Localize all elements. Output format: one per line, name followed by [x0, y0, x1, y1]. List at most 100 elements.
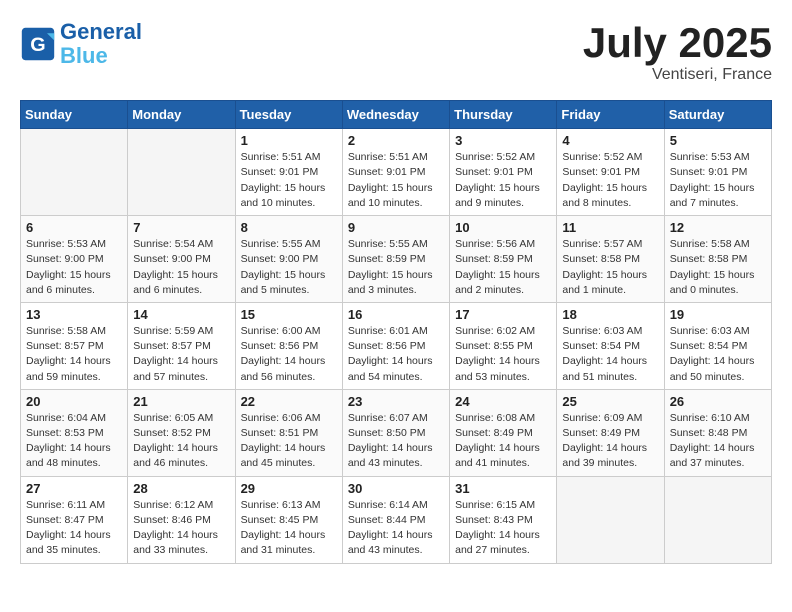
- day-info: Sunrise: 6:00 AMSunset: 8:56 PMDaylight:…: [241, 324, 337, 385]
- calendar-cell: 16Sunrise: 6:01 AMSunset: 8:56 PMDayligh…: [342, 302, 449, 389]
- day-info: Sunrise: 5:55 AMSunset: 8:59 PMDaylight:…: [348, 237, 444, 298]
- day-info: Sunrise: 5:57 AMSunset: 8:58 PMDaylight:…: [562, 237, 658, 298]
- day-info: Sunrise: 5:52 AMSunset: 9:01 PMDaylight:…: [455, 150, 551, 211]
- day-info: Sunrise: 6:12 AMSunset: 8:46 PMDaylight:…: [133, 498, 229, 559]
- calendar-week-row: 20 Sunrise: 6:04 AMSunset: 8:53 PMDayligh…: [21, 389, 772, 476]
- day-info: Sunrise: 5:59 AMSunset: 8:57 PMDaylight:…: [133, 324, 229, 385]
- calendar-cell: 14Sunrise: 5:59 AMSunset: 8:57 PMDayligh…: [128, 302, 235, 389]
- day-number: 26: [670, 394, 766, 409]
- calendar-week-row: 27Sunrise: 6:11 AMSunset: 8:47 PMDayligh…: [21, 476, 772, 563]
- day-number: 19: [670, 307, 766, 322]
- calendar-cell: 2Sunrise: 5:51 AMSunset: 9:01 PMDaylight…: [342, 129, 449, 216]
- day-number: 1: [241, 133, 337, 148]
- calendar-cell: 18Sunrise: 6:03 AMSunset: 8:54 PMDayligh…: [557, 302, 664, 389]
- day-info: Sunrise: 6:10 AMSunset: 8:48 PMDaylight:…: [670, 411, 766, 472]
- svg-text:G: G: [30, 34, 45, 56]
- calendar-cell: 6 Sunrise: 5:53 AMSunset: 9:00 PMDaylight…: [21, 216, 128, 303]
- day-info: Sunrise: 5:58 AMSunset: 8:58 PMDaylight:…: [670, 237, 766, 298]
- day-number: 8: [241, 220, 337, 235]
- calendar-cell: [128, 129, 235, 216]
- calendar-cell: 21 Sunrise: 6:05 AMSunset: 8:52 PMDayligh…: [128, 389, 235, 476]
- day-info: Sunrise: 6:06 AMSunset: 8:51 PMDaylight:…: [241, 411, 337, 472]
- weekday-header: Tuesday: [235, 101, 342, 129]
- day-info: Sunrise: 5:53 AMSunset: 9:01 PMDaylight:…: [670, 150, 766, 211]
- location: Ventiseri, France: [583, 66, 772, 84]
- day-info: Sunrise: 6:07 AMSunset: 8:50 PMDaylight:…: [348, 411, 444, 472]
- day-info: Sunrise: 5:56 AMSunset: 8:59 PMDaylight:…: [455, 237, 551, 298]
- calendar-cell: 30Sunrise: 6:14 AMSunset: 8:44 PMDayligh…: [342, 476, 449, 563]
- day-number: 4: [562, 133, 658, 148]
- day-number: 18: [562, 307, 658, 322]
- calendar-cell: 31 Sunrise: 6:15 AMSunset: 8:43 PMDayligh…: [450, 476, 557, 563]
- day-info: Sunrise: 6:15 AMSunset: 8:43 PMDaylight:…: [455, 498, 551, 559]
- day-number: 31: [455, 481, 551, 496]
- day-info: Sunrise: 5:53 AMSunset: 9:00 PMDaylight:…: [26, 237, 122, 298]
- day-info: Sunrise: 6:05 AMSunset: 8:52 PMDaylight:…: [133, 411, 229, 472]
- day-number: 23: [348, 394, 444, 409]
- calendar-cell: 9 Sunrise: 5:55 AMSunset: 8:59 PMDaylight…: [342, 216, 449, 303]
- month-title: July 2025: [583, 20, 772, 66]
- weekday-header: Sunday: [21, 101, 128, 129]
- day-number: 28: [133, 481, 229, 496]
- calendar-cell: [21, 129, 128, 216]
- calendar-cell: 10Sunrise: 5:56 AMSunset: 8:59 PMDayligh…: [450, 216, 557, 303]
- day-number: 24: [455, 394, 551, 409]
- calendar-cell: 15 Sunrise: 6:00 AMSunset: 8:56 PMDayligh…: [235, 302, 342, 389]
- day-info: Sunrise: 6:04 AMSunset: 8:53 PMDaylight:…: [26, 411, 122, 472]
- calendar-cell: 13Sunrise: 5:58 AMSunset: 8:57 PMDayligh…: [21, 302, 128, 389]
- calendar-cell: 27Sunrise: 6:11 AMSunset: 8:47 PMDayligh…: [21, 476, 128, 563]
- day-number: 29: [241, 481, 337, 496]
- day-number: 22: [241, 394, 337, 409]
- calendar-week-row: 13Sunrise: 5:58 AMSunset: 8:57 PMDayligh…: [21, 302, 772, 389]
- day-number: 15: [241, 307, 337, 322]
- day-info: Sunrise: 5:52 AMSunset: 9:01 PMDaylight:…: [562, 150, 658, 211]
- day-number: 9: [348, 220, 444, 235]
- logo: G General Blue: [20, 20, 142, 68]
- calendar-cell: [557, 476, 664, 563]
- calendar-cell: 7Sunrise: 5:54 AMSunset: 9:00 PMDaylight…: [128, 216, 235, 303]
- day-number: 20: [26, 394, 122, 409]
- day-number: 2: [348, 133, 444, 148]
- day-info: Sunrise: 5:55 AMSunset: 9:00 PMDaylight:…: [241, 237, 337, 298]
- weekday-header: Wednesday: [342, 101, 449, 129]
- calendar-cell: 5 Sunrise: 5:53 AMSunset: 9:01 PMDaylight…: [664, 129, 771, 216]
- calendar-cell: 24Sunrise: 6:08 AMSunset: 8:49 PMDayligh…: [450, 389, 557, 476]
- calendar-cell: 29 Sunrise: 6:13 AMSunset: 8:45 PMDayligh…: [235, 476, 342, 563]
- calendar-week-row: 1 Sunrise: 5:51 AMSunset: 9:01 PMDaylight…: [21, 129, 772, 216]
- weekday-header-row: SundayMondayTuesdayWednesdayThursdayFrid…: [21, 101, 772, 129]
- calendar-week-row: 6 Sunrise: 5:53 AMSunset: 9:00 PMDaylight…: [21, 216, 772, 303]
- calendar-cell: 17Sunrise: 6:02 AMSunset: 8:55 PMDayligh…: [450, 302, 557, 389]
- calendar-cell: 28 Sunrise: 6:12 AMSunset: 8:46 PMDayligh…: [128, 476, 235, 563]
- day-number: 27: [26, 481, 122, 496]
- calendar-table: SundayMondayTuesdayWednesdayThursdayFrid…: [20, 100, 772, 563]
- logo-icon: G: [20, 26, 56, 62]
- calendar-cell: 3 Sunrise: 5:52 AMSunset: 9:01 PMDaylight…: [450, 129, 557, 216]
- calendar-cell: 11Sunrise: 5:57 AMSunset: 8:58 PMDayligh…: [557, 216, 664, 303]
- day-number: 5: [670, 133, 766, 148]
- day-number: 6: [26, 220, 122, 235]
- day-number: 3: [455, 133, 551, 148]
- day-info: Sunrise: 6:14 AMSunset: 8:44 PMDaylight:…: [348, 498, 444, 559]
- weekday-header: Monday: [128, 101, 235, 129]
- day-info: Sunrise: 6:01 AMSunset: 8:56 PMDaylight:…: [348, 324, 444, 385]
- calendar-cell: 1 Sunrise: 5:51 AMSunset: 9:01 PMDaylight…: [235, 129, 342, 216]
- day-info: Sunrise: 6:02 AMSunset: 8:55 PMDaylight:…: [455, 324, 551, 385]
- day-info: Sunrise: 5:51 AMSunset: 9:01 PMDaylight:…: [241, 150, 337, 211]
- weekday-header: Saturday: [664, 101, 771, 129]
- weekday-header: Friday: [557, 101, 664, 129]
- day-info: Sunrise: 6:13 AMSunset: 8:45 PMDaylight:…: [241, 498, 337, 559]
- weekday-header: Thursday: [450, 101, 557, 129]
- calendar-cell: 20 Sunrise: 6:04 AMSunset: 8:53 PMDayligh…: [21, 389, 128, 476]
- day-number: 7: [133, 220, 229, 235]
- calendar-cell: 4 Sunrise: 5:52 AMSunset: 9:01 PMDaylight…: [557, 129, 664, 216]
- calendar-cell: 12 Sunrise: 5:58 AMSunset: 8:58 PMDayligh…: [664, 216, 771, 303]
- calendar-cell: 19Sunrise: 6:03 AMSunset: 8:54 PMDayligh…: [664, 302, 771, 389]
- day-number: 21: [133, 394, 229, 409]
- title-block: July 2025 Ventiseri, France: [583, 20, 772, 84]
- page-header: G General Blue July 2025 Ventiseri, Fran…: [20, 20, 772, 84]
- day-info: Sunrise: 5:58 AMSunset: 8:57 PMDaylight:…: [26, 324, 122, 385]
- day-number: 12: [670, 220, 766, 235]
- calendar-cell: 25Sunrise: 6:09 AMSunset: 8:49 PMDayligh…: [557, 389, 664, 476]
- calendar-cell: 22 Sunrise: 6:06 AMSunset: 8:51 PMDayligh…: [235, 389, 342, 476]
- calendar-cell: 8 Sunrise: 5:55 AMSunset: 9:00 PMDaylight…: [235, 216, 342, 303]
